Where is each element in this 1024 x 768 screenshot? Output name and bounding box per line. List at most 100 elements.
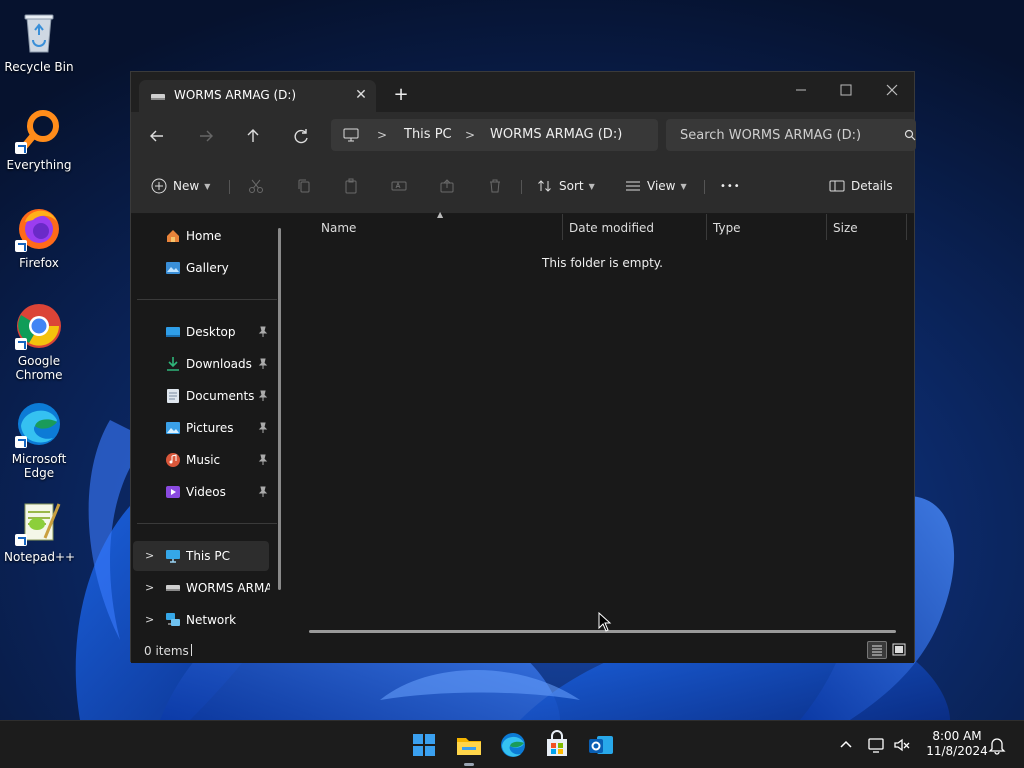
desktop-icon-notepad-plus-plus[interactable]: Notepad++	[4, 498, 75, 564]
desktop-icon-recycle-bin[interactable]: Recycle Bin	[4, 8, 74, 74]
breadcrumb-this-pc[interactable]: This PC	[404, 127, 452, 142]
close-window-button[interactable]	[869, 76, 915, 104]
column-divider[interactable]	[826, 214, 827, 240]
up-button[interactable]	[239, 122, 267, 150]
chevron-right-icon[interactable]: >	[145, 549, 154, 562]
divider	[137, 523, 277, 524]
tab-worms-armag[interactable]: WORMS ARMAG (D:) ✕	[139, 80, 376, 112]
show-hidden-icons-button[interactable]	[836, 735, 856, 755]
desktop-icon-everything[interactable]: Everything	[4, 106, 74, 172]
sort-ascending-icon: ▲	[437, 210, 444, 219]
breadcrumb-chevron-icon[interactable]: >	[465, 128, 475, 142]
breadcrumb-chevron-icon[interactable]: >	[377, 128, 387, 142]
nav-item-label: Desktop	[186, 325, 236, 339]
taskbar-store[interactable]	[542, 730, 572, 760]
speaker-muted-icon	[894, 738, 910, 752]
chevron-right-icon[interactable]: >	[145, 581, 154, 594]
column-divider[interactable]	[906, 214, 907, 240]
column-divider[interactable]	[706, 214, 707, 240]
cut-button[interactable]	[248, 172, 264, 200]
taskbar-edge[interactable]	[498, 730, 528, 760]
pin-icon[interactable]	[257, 390, 269, 402]
nav-item-label: Videos	[186, 485, 226, 499]
desktop-folder-icon	[166, 327, 180, 337]
nav-item-documents[interactable]: Documents	[133, 381, 269, 411]
new-label: New	[173, 179, 200, 193]
copy-button[interactable]	[296, 172, 312, 200]
share-icon	[440, 179, 454, 193]
clock[interactable]: 8:00 AM 11/8/2024	[918, 729, 996, 759]
sort-button[interactable]: Sort ▼	[537, 172, 595, 200]
details-pane-button[interactable]: Details	[829, 172, 893, 200]
desktop-icon-google-chrome[interactable]: Google Chrome	[4, 302, 74, 382]
column-header-type[interactable]: Type	[713, 221, 741, 235]
nav-item-pictures[interactable]: Pictures	[133, 413, 269, 443]
taskbar-file-explorer[interactable]	[454, 730, 484, 760]
status-bar: 0 items	[131, 634, 914, 663]
volume-button[interactable]	[892, 735, 912, 755]
share-button[interactable]	[439, 172, 455, 200]
divider	[704, 180, 705, 194]
address-bar[interactable]: > This PC > WORMS ARMAG (D:)	[331, 119, 658, 151]
network-status-button[interactable]	[867, 735, 887, 755]
nav-item-label: Music	[186, 453, 221, 467]
details-pane-icon	[829, 180, 845, 192]
pin-icon[interactable]	[257, 486, 269, 498]
rename-button[interactable]	[391, 172, 407, 200]
download-icon	[167, 357, 179, 371]
close-tab-icon[interactable]: ✕	[351, 85, 371, 105]
edge-icon	[501, 733, 525, 757]
large-icons-view-button[interactable]	[889, 641, 909, 659]
minimize-button[interactable]	[778, 76, 824, 104]
nav-item-drive[interactable]: > WORMS ARMAG	[133, 573, 270, 603]
everything-search-icon	[15, 106, 63, 154]
nav-item-videos[interactable]: Videos	[133, 477, 269, 507]
network-monitor-icon	[868, 738, 884, 753]
maximize-button[interactable]	[823, 76, 869, 104]
forward-button[interactable]	[192, 122, 220, 150]
view-button[interactable]: View ▼	[625, 172, 687, 200]
maximize-icon	[840, 84, 852, 96]
back-arrow-icon	[150, 130, 163, 142]
chevron-down-icon: ▼	[680, 181, 687, 191]
desktop-icon-microsoft-edge[interactable]: Microsoft Edge	[4, 400, 74, 480]
nav-item-desktop[interactable]: Desktop	[133, 317, 269, 347]
column-divider[interactable]	[562, 214, 563, 240]
nav-item-music[interactable]: Music	[133, 445, 269, 475]
start-button[interactable]	[409, 730, 439, 760]
nav-item-network[interactable]: > Network	[133, 605, 269, 635]
search-box[interactable]	[666, 119, 916, 151]
pin-icon[interactable]	[257, 326, 269, 338]
back-button[interactable]	[143, 122, 171, 150]
details-view-button[interactable]	[867, 641, 887, 659]
command-bar: New ▼ Sort ▼ View ▼ ••• Details	[131, 158, 914, 214]
desktop-icon-firefox[interactable]: Firefox	[4, 204, 74, 270]
file-explorer-icon	[457, 738, 481, 755]
column-header-date-modified[interactable]: Date modified	[569, 221, 654, 235]
desktop-icon-label: Firefox	[19, 256, 59, 270]
chevron-right-icon[interactable]: >	[145, 613, 154, 626]
nav-item-home[interactable]: Home	[133, 221, 269, 251]
network-icon	[166, 613, 180, 626]
delete-button[interactable]	[487, 172, 503, 200]
pin-icon[interactable]	[257, 454, 269, 466]
breadcrumb-drive[interactable]: WORMS ARMAG (D:)	[490, 127, 622, 142]
new-tab-button[interactable]: +	[389, 84, 413, 108]
paste-button[interactable]	[343, 172, 359, 200]
new-button[interactable]: New ▼	[151, 172, 210, 200]
pin-icon[interactable]	[257, 358, 269, 370]
column-header-name[interactable]: Name	[321, 221, 356, 235]
notifications-button[interactable]	[987, 735, 1007, 755]
item-count: 0 items	[144, 644, 189, 658]
refresh-button[interactable]	[287, 122, 315, 150]
taskbar-outlook[interactable]	[586, 730, 616, 760]
nav-item-downloads[interactable]: Downloads	[133, 349, 269, 379]
column-header-size[interactable]: Size	[833, 221, 858, 235]
navigation-scrollbar[interactable]	[278, 228, 281, 590]
search-input[interactable]	[666, 119, 896, 151]
chrome-icon	[15, 302, 63, 350]
pin-icon[interactable]	[257, 422, 269, 434]
see-more-button[interactable]: •••	[720, 172, 741, 200]
nav-item-gallery[interactable]: Gallery	[133, 253, 269, 283]
nav-item-this-pc[interactable]: > This PC	[133, 541, 269, 571]
